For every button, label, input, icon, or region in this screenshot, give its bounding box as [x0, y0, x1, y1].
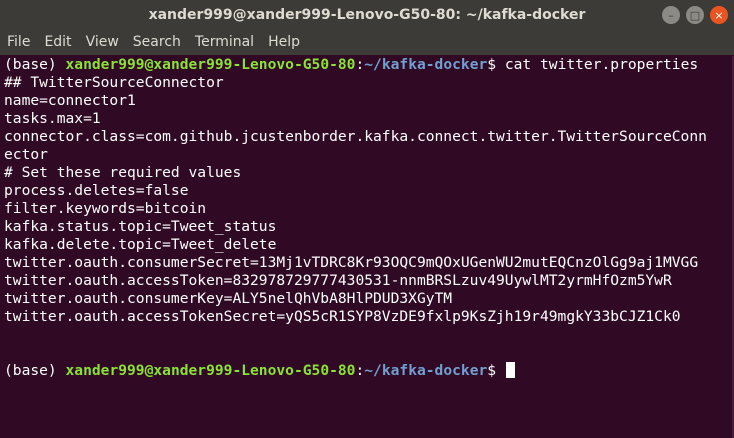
output-line: kafka.status.topic=Tweet_status [4, 218, 277, 235]
menu-edit[interactable]: Edit [37, 30, 78, 55]
menu-view[interactable]: View [79, 30, 126, 55]
output-line: tasks.max=1 [4, 110, 101, 127]
command-text: cat twitter.properties [504, 56, 699, 73]
prompt-separator: : [355, 56, 365, 73]
minimize-button[interactable]: – [662, 6, 680, 24]
window-title: xander999@xander999-Lenovo-G50-80: ~/kaf… [148, 7, 586, 23]
terminal-window: xander999@xander999-Lenovo-G50-80: ~/kaf… [0, 0, 734, 438]
maximize-icon: □ [689, 8, 701, 22]
output-line: # Set these required values [4, 164, 242, 181]
prompt-env: (base) [4, 362, 66, 379]
output-line: ## TwitterSourceConnector [4, 74, 224, 91]
output-line: connector.class=com.github.jcustenborder… [4, 128, 707, 145]
prompt-user-host: xander999@xander999-Lenovo-G50-80 [65, 56, 356, 73]
prompt-separator: : [355, 362, 365, 379]
output-line: name=connector1 [4, 92, 136, 109]
terminal-output[interactable]: (base) xander999@xander999-Lenovo-G50-80… [0, 56, 734, 438]
prompt-dollar: $ [487, 362, 505, 379]
output-line: process.deletes=false [4, 182, 189, 199]
prompt-path: ~/kafka-docker [364, 362, 488, 379]
prompt-user-host: xander999@xander999-Lenovo-G50-80 [65, 362, 356, 379]
window-controls: – □ × [662, 6, 728, 24]
current-prompt-line[interactable]: (base) xander999@xander999-Lenovo-G50-80… [0, 362, 734, 380]
close-icon: × [714, 8, 724, 22]
minimize-icon: – [668, 8, 674, 22]
prompt-path: ~/kafka-docker [364, 56, 488, 73]
prompt-env: (base) [4, 56, 66, 73]
menu-help[interactable]: Help [261, 30, 307, 55]
output-line: kafka.delete.topic=Tweet_delete [4, 236, 277, 253]
maximize-button[interactable]: □ [686, 6, 704, 24]
output-line: filter.keywords=bitcoin [4, 200, 207, 217]
output-line: twitter.oauth.accessToken=83297872977743… [4, 272, 672, 289]
menu-search[interactable]: Search [126, 30, 188, 55]
close-button[interactable]: × [710, 6, 728, 24]
output-line: twitter.oauth.accessTokenSecret=yQS5cR1S… [4, 308, 681, 325]
menu-terminal[interactable]: Terminal [188, 30, 261, 55]
title-bar[interactable]: xander999@xander999-Lenovo-G50-80: ~/kaf… [0, 0, 734, 30]
output-line: twitter.oauth.consumerSecret=13Mj1vTDRC8… [4, 254, 699, 271]
command-line: (base) xander999@xander999-Lenovo-G50-80… [0, 56, 734, 74]
output-line: ector [4, 146, 48, 163]
menu-bar: File Edit View Search Terminal Help [0, 30, 734, 55]
prompt-dollar: $ [487, 56, 505, 73]
menu-file[interactable]: File [0, 30, 37, 55]
output-line: twitter.oauth.consumerKey=ALY5nelQhVbA8H… [4, 290, 453, 307]
text-cursor [505, 362, 515, 378]
